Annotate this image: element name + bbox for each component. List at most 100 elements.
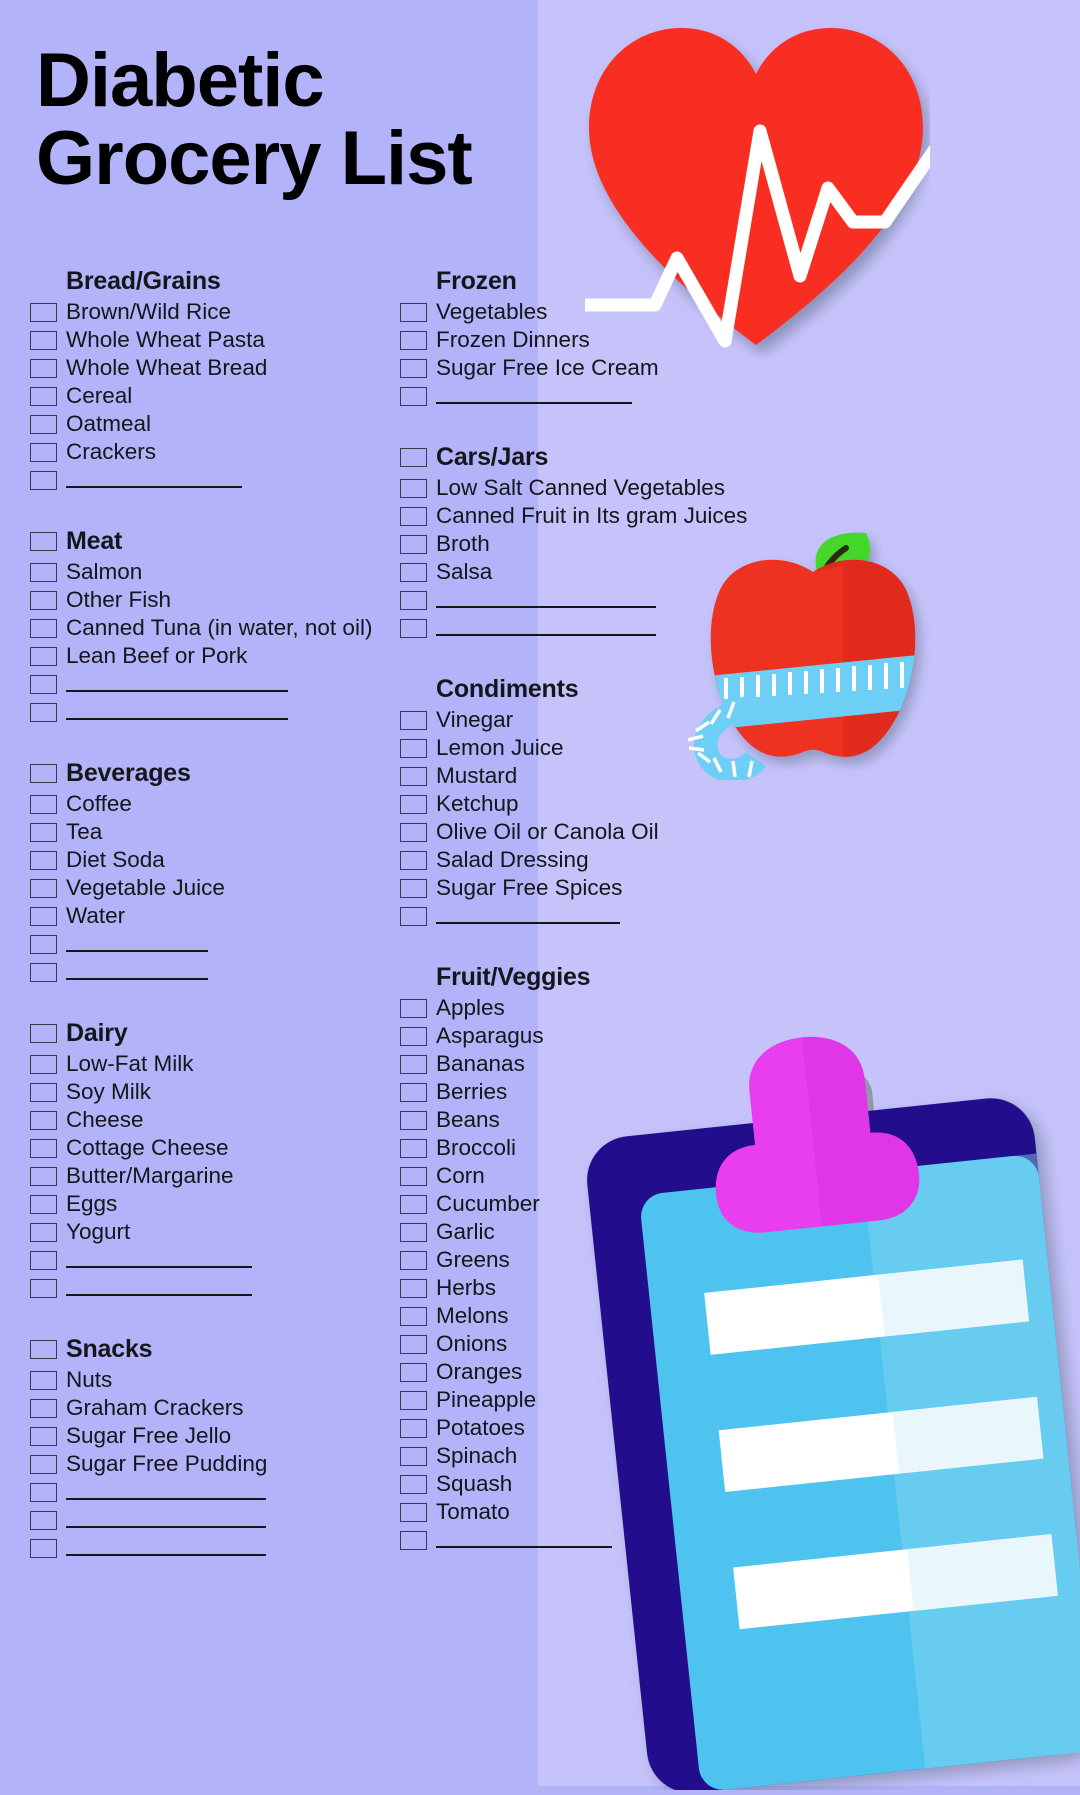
write-in-line[interactable] [66,1294,252,1296]
grocery-item-label: Vinegar [436,706,514,732]
checkbox-asparagus[interactable] [400,1026,427,1046]
checkbox-cucumber[interactable] [400,1194,427,1214]
checkbox-frozen-dinners[interactable] [400,330,427,350]
checkbox-lemon-juice[interactable] [400,738,427,758]
checkbox-tomato[interactable] [400,1502,427,1522]
write-in-line[interactable] [66,1266,252,1268]
checkbox-coffee[interactable] [30,794,57,814]
checkbox-greens[interactable] [400,1250,427,1270]
write-in-line[interactable] [436,402,632,404]
checkbox-sugar-free-pudding[interactable] [30,1454,57,1474]
checkbox-berries[interactable] [400,1082,427,1102]
checkbox-write-in[interactable] [30,1482,57,1502]
checkbox-cottage-cheese[interactable] [30,1138,57,1158]
write-in-line[interactable] [436,922,620,924]
checkbox-vegetable-juice[interactable] [30,878,57,898]
checkbox-yogurt[interactable] [30,1222,57,1242]
checkbox-salsa[interactable] [400,562,427,582]
checkbox-mustard[interactable] [400,766,427,786]
write-in-line[interactable] [66,978,208,980]
grocery-item-row: Herbs [400,1274,770,1302]
checkbox-eggs[interactable] [30,1194,57,1214]
checkbox-oatmeal[interactable] [30,414,57,434]
checkbox-broth[interactable] [400,534,427,554]
checkbox-beans[interactable] [400,1110,427,1130]
checkbox-water[interactable] [30,906,57,926]
checkbox-cars-jars[interactable] [400,447,427,467]
checkbox-low-salt-canned-vegetables[interactable] [400,478,427,498]
checkbox-sugar-free-spices[interactable] [400,878,427,898]
checkbox-nuts[interactable] [30,1370,57,1390]
checkbox-dairy[interactable] [30,1023,57,1043]
checkbox-spinach[interactable] [400,1446,427,1466]
checkbox-sugar-free-ice-cream[interactable] [400,358,427,378]
write-in-line[interactable] [66,486,242,488]
checkbox-olive-oil-or-canola-oil[interactable] [400,822,427,842]
checkbox-ketchup[interactable] [400,794,427,814]
checkbox-beverages[interactable] [30,763,57,783]
checkbox-other-fish[interactable] [30,590,57,610]
checkbox-write-in[interactable] [400,1530,427,1550]
checkbox-write-in[interactable] [30,1250,57,1270]
grocery-item-row: Salad Dressing [400,846,770,874]
checkbox-apples[interactable] [400,998,427,1018]
checkbox-butter-margarine[interactable] [30,1166,57,1186]
write-in-line[interactable] [436,606,656,608]
write-in-line[interactable] [66,950,208,952]
checkbox-write-in[interactable] [30,674,57,694]
checkbox-write-in[interactable] [30,1510,57,1530]
checkbox-write-in[interactable] [400,590,427,610]
section-heading-row: Condiments [400,672,770,706]
write-in-line[interactable] [66,1498,266,1500]
grocery-item-label: Lean Beef or Pork [66,642,248,668]
checkbox-salad-dressing[interactable] [400,850,427,870]
write-in-line[interactable] [66,1526,266,1528]
checkbox-oranges[interactable] [400,1362,427,1382]
checkbox-write-in[interactable] [400,618,427,638]
checkbox-canned-fruit-in-its-gram-juices[interactable] [400,506,427,526]
checkbox-whole-wheat-pasta[interactable] [30,330,57,350]
checkbox-garlic[interactable] [400,1222,427,1242]
checkbox-onions[interactable] [400,1334,427,1354]
checkbox-lean-beef-or-pork[interactable] [30,646,57,666]
checkbox-graham-crackers[interactable] [30,1398,57,1418]
checkbox-crackers[interactable] [30,442,57,462]
checkbox-diet-soda[interactable] [30,850,57,870]
checkbox-write-in[interactable] [30,1278,57,1298]
checkbox-low-fat-milk[interactable] [30,1054,57,1074]
grocery-item-label: Salmon [66,558,143,584]
checkbox-snacks[interactable] [30,1339,57,1359]
checkbox-write-in[interactable] [30,962,57,982]
write-in-line[interactable] [66,1554,266,1556]
checkbox-squash[interactable] [400,1474,427,1494]
checkbox-corn[interactable] [400,1166,427,1186]
write-in-line[interactable] [66,718,288,720]
checkbox-write-in[interactable] [30,1538,57,1558]
checkbox-brown-wild-rice[interactable] [30,302,57,322]
checkbox-melons[interactable] [400,1306,427,1326]
checkbox-write-in[interactable] [400,906,427,926]
checkbox-vinegar[interactable] [400,710,427,730]
checkbox-write-in[interactable] [30,470,57,490]
checkbox-canned-tuna-in-water-not-oil[interactable] [30,618,57,638]
checkbox-soy-milk[interactable] [30,1082,57,1102]
checkbox-meat[interactable] [30,531,57,551]
checkbox-sugar-free-jello[interactable] [30,1426,57,1446]
checkbox-write-in[interactable] [30,934,57,954]
write-in-line[interactable] [66,690,288,692]
checkbox-potatoes[interactable] [400,1418,427,1438]
write-in-line[interactable] [436,1546,612,1548]
checkbox-tea[interactable] [30,822,57,842]
checkbox-pineapple[interactable] [400,1390,427,1410]
checkbox-write-in[interactable] [400,386,427,406]
checkbox-write-in[interactable] [30,702,57,722]
checkbox-bananas[interactable] [400,1054,427,1074]
checkbox-broccoli[interactable] [400,1138,427,1158]
checkbox-whole-wheat-bread[interactable] [30,358,57,378]
checkbox-salmon[interactable] [30,562,57,582]
checkbox-vegetables[interactable] [400,302,427,322]
write-in-line[interactable] [436,634,656,636]
checkbox-herbs[interactable] [400,1278,427,1298]
checkbox-cereal[interactable] [30,386,57,406]
checkbox-cheese[interactable] [30,1110,57,1130]
